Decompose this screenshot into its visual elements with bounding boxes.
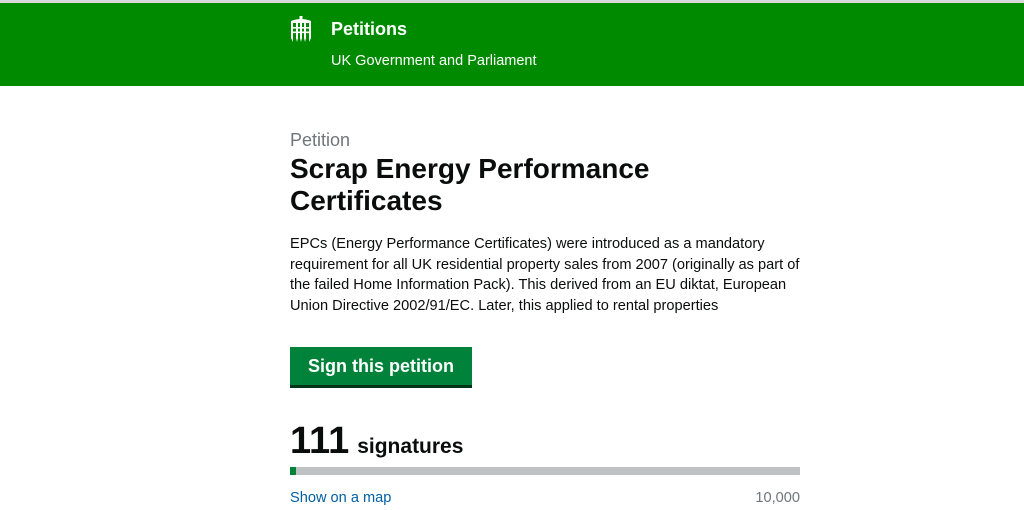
signature-target: 10,000 bbox=[755, 490, 800, 506]
show-on-map-link[interactable]: Show on a map bbox=[290, 489, 391, 507]
signature-progress-fill bbox=[290, 467, 296, 475]
signature-progress-bar bbox=[290, 467, 800, 475]
petition-page: Petitions UK Government and Parliament P… bbox=[0, 0, 1024, 510]
signature-count: 111 signatures bbox=[290, 419, 463, 469]
site-subtitle-link[interactable]: UK Government and Parliament bbox=[331, 52, 537, 70]
petition-title: Scrap Energy Performance Certificates bbox=[290, 153, 650, 216]
petition-kicker: Petition bbox=[290, 130, 351, 150]
portcullis-icon bbox=[291, 16, 311, 42]
signature-number: 111 bbox=[290, 420, 350, 462]
petition-description: EPCs (Energy Performance Certificates) w… bbox=[290, 236, 800, 314]
signature-label: signatures bbox=[357, 435, 464, 458]
site-header: Petitions UK Government and Parliament bbox=[0, 3, 1024, 86]
sign-petition-button[interactable]: Sign this petition bbox=[290, 347, 472, 388]
site-title-link[interactable]: Petitions bbox=[331, 18, 407, 40]
